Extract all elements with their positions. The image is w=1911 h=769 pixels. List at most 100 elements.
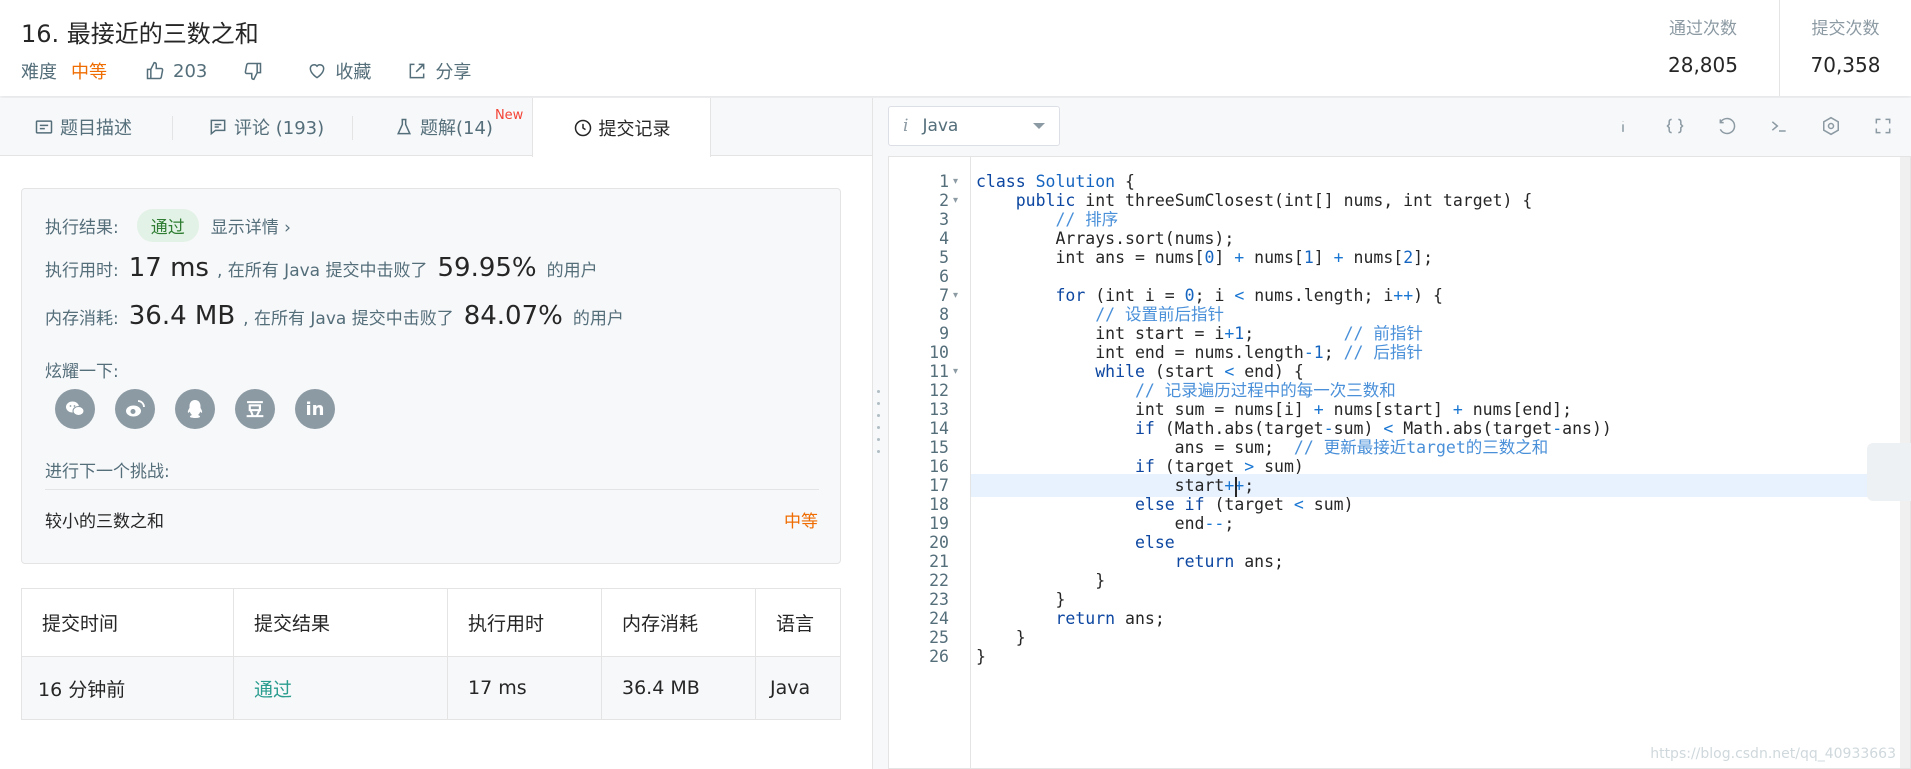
like-button[interactable]: 203 [145, 61, 207, 82]
problem-meta: 难度 中等 203 收藏 分享 [21, 58, 507, 84]
runtime-row: 执行用时: 17 ms , 在所有 Java 提交中击败了 59.95% 的用户 [45, 253, 598, 283]
memory-label: 内存消耗: [45, 308, 119, 329]
flask-icon [397, 118, 411, 135]
difficulty-value: 中等 [71, 62, 107, 83]
language-select[interactable]: i Java [888, 106, 1060, 146]
submissions-table: 提交时间 提交结果 执行用时 内存消耗 语言 16 分钟前 通过 17 ms 3… [21, 588, 841, 720]
tab-comments[interactable]: 评论 (193) [208, 98, 324, 156]
table-header-row: 提交时间 提交结果 执行用时 内存消耗 语言 [21, 588, 841, 657]
share-label: 分享 [435, 62, 472, 83]
watermark: https://blog.csdn.net/qq_40933663 [1650, 746, 1896, 762]
share-icon [409, 63, 425, 79]
column-header: 提交时间 [21, 588, 234, 657]
stat-accepted: 通过次数 28,805 [1637, 0, 1769, 96]
tab-bar: 题目描述 评论 (193) 题解(14) New 提交记录 [0, 98, 872, 157]
info-icon: i [903, 116, 909, 136]
reset-icon[interactable] [1713, 112, 1741, 140]
next-challenge-difficulty: 中等 [784, 512, 818, 532]
comment-icon [210, 119, 226, 136]
column-header: 提交结果 [233, 588, 448, 657]
tab-label: 提交记录 [598, 118, 671, 140]
dislike-button[interactable] [243, 61, 271, 81]
runtime-mid: , 在所有 Java 提交中击败了 [216, 260, 428, 281]
text-cursor [1235, 477, 1237, 497]
memory-tail: 的用户 [572, 308, 624, 329]
like-count: 203 [173, 60, 208, 82]
problem-stats: 通过次数 28,805 提交次数 70,358 [1637, 0, 1911, 96]
wechat-icon[interactable] [55, 389, 95, 429]
stat-value: 28,805 [1668, 53, 1738, 77]
runtime-value: 17 ms [128, 253, 209, 283]
weibo-icon[interactable] [115, 389, 155, 429]
stat-value: 70,358 [1810, 53, 1881, 77]
console-icon[interactable] [1765, 112, 1793, 140]
share-label: 炫耀一下: [45, 362, 119, 382]
runtime-percentile: 59.95% [437, 253, 537, 283]
resize-grip-icon [877, 390, 881, 460]
tab-description[interactable]: 题目描述 [34, 98, 132, 156]
favorite-label: 收藏 [335, 62, 372, 83]
qq-icon[interactable] [175, 389, 215, 429]
submit-result-link[interactable]: 通过 [233, 656, 448, 720]
share-icons: 豆 in [55, 389, 355, 429]
code-content[interactable]: class Solution { public int threeSumClos… [971, 157, 1900, 768]
column-header: 内存消耗 [601, 588, 756, 657]
linkedin-icon[interactable]: in [295, 389, 335, 429]
fold-toggle-icon[interactable]: ▾ [953, 284, 965, 307]
app-root: 16. 最接近的三数之和 难度 中等 203 收藏 分享 通过次数 28,805… [0, 0, 1911, 769]
editor-tool-icons [1585, 112, 1897, 140]
tab-submissions[interactable]: 提交记录 [532, 98, 711, 157]
thumbs-down-icon [245, 62, 262, 81]
info-icon[interactable] [1609, 112, 1637, 140]
description-icon [35, 120, 53, 134]
result-card: 执行结果: 通过 显示详情 › 执行用时: 17 ms , 在所有 Java 提… [21, 188, 841, 564]
runtime-cell: 17 ms [447, 656, 602, 720]
left-panel: 题目描述 评论 (193) 题解(14) New 提交记录 执行结果: 通过 显… [0, 98, 872, 769]
next-challenge-link[interactable]: 较小的三数之和 [45, 507, 164, 532]
submit-time-cell: 16 分钟前 [21, 656, 234, 720]
line-number: 26 [929, 647, 949, 666]
stat-label: 通过次数 [1669, 19, 1737, 39]
next-challenge-label: 进行下一个挑战: [45, 462, 170, 482]
runtime-tail: 的用户 [546, 260, 598, 281]
memory-percentile: 84.07% [463, 301, 563, 331]
heart-icon [309, 64, 325, 79]
problem-title: 16. 最接近的三数之和 [21, 20, 259, 48]
tab-separator [352, 116, 353, 140]
share-button[interactable]: 分享 [407, 58, 471, 84]
format-code-icon[interactable] [1661, 112, 1689, 140]
memory-value: 36.4 MB [128, 301, 236, 331]
stat-label: 提交次数 [1811, 19, 1880, 39]
language-cell: Java [755, 656, 841, 720]
favorite-button[interactable]: 收藏 [307, 58, 371, 84]
difficulty-label: 难度 [21, 62, 57, 83]
code-editor[interactable]: 1 ▾ 2 ▾ 3 4 5 6 7 ▾ 8 9 10 11 ▾ 12 13 14 15 16 17 18 19 20 21 22 2… [888, 156, 1911, 769]
table-row: 16 分钟前 通过 17 ms 36.4 MB Java [21, 656, 841, 720]
chevron-down-icon [1033, 123, 1045, 129]
floating-side-tab[interactable] [1867, 443, 1911, 501]
status-badge: 通过 [136, 209, 199, 242]
fold-toggle-icon[interactable]: ▾ [953, 189, 965, 212]
clock-icon [574, 119, 591, 136]
column-header: 语言 [755, 588, 841, 657]
language-value: Java [922, 116, 959, 136]
tab-label: 题目描述 [60, 118, 132, 139]
next-divider [45, 489, 819, 490]
tab-solutions[interactable]: 题解(14) New [394, 98, 523, 156]
editor-toolbar: i Java [888, 98, 1911, 156]
code-line: } [976, 647, 986, 666]
fold-toggle-icon[interactable]: ▾ [953, 360, 965, 383]
editor-panel: i Java 1 ▾ 2 ▾ 3 4 5 6 7 ▾ 8 9 10 11 ▾ 12 13 14 15 16 17 18 19… [888, 98, 1911, 769]
settings-icon[interactable] [1817, 112, 1845, 140]
stat-submissions: 提交次数 70,358 [1779, 0, 1911, 96]
fullscreen-icon[interactable] [1869, 112, 1897, 140]
thumbs-up-icon [146, 61, 164, 80]
tab-label: 评论 (193) [234, 118, 325, 139]
runtime-label: 执行用时: [45, 260, 119, 281]
memory-cell: 36.4 MB [601, 656, 756, 720]
problem-header: 16. 最接近的三数之和 难度 中等 203 收藏 分享 通过次数 28,805… [0, 0, 1911, 96]
tab-label: 题解(14) [420, 118, 493, 139]
code-line: int ans = nums[0] + nums[1] + nums[2]; [976, 248, 1434, 267]
show-details-link[interactable]: 显示详情 › [211, 213, 291, 238]
douban-icon[interactable]: 豆 [235, 389, 275, 429]
